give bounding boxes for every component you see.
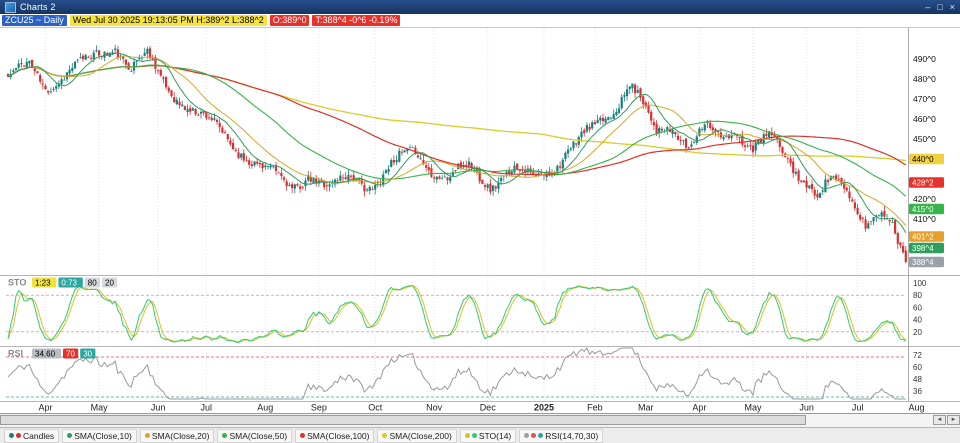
legend-item-label: SMA(Close,200) — [389, 430, 452, 441]
legend-color-dot — [471, 433, 477, 438]
svg-text:Apr: Apr — [692, 403, 706, 413]
legend-item-label: SMA(Close,10) — [74, 430, 132, 441]
svg-text:80: 80 — [913, 291, 922, 300]
svg-text:Dec: Dec — [480, 403, 497, 413]
symbol-timeframe-chip[interactable]: ZCU25 ~ Daily — [2, 15, 67, 26]
svg-text:2025: 2025 — [534, 403, 554, 413]
svg-text:428^2: 428^2 — [912, 178, 934, 187]
svg-text:48: 48 — [913, 375, 922, 384]
legend-color-dot — [67, 433, 73, 438]
svg-text:Aug: Aug — [257, 403, 273, 413]
legend-color-dot — [222, 433, 228, 438]
svg-text:70: 70 — [66, 349, 75, 358]
legend-item-label: SMA(Close,20) — [151, 430, 210, 441]
legend-bar: Candles SMA(Close,10) SMA(Close,20) SMA(Clo… — [0, 427, 960, 443]
svg-text:490^0: 490^0 — [913, 54, 936, 64]
svg-text:410^0: 410^0 — [913, 214, 936, 224]
legend-color-dot — [524, 433, 530, 438]
svg-text:Aug: Aug — [908, 403, 924, 413]
svg-text:Mar: Mar — [638, 403, 654, 413]
last-price-chip: T:388^4 -0^6 -0.19% — [312, 15, 401, 26]
legend-color-dot — [16, 433, 21, 438]
legend-item-sma-close-10-[interactable]: SMA(Close,10) — [62, 428, 137, 443]
scroll-left-icon[interactable]: ◄ — [933, 415, 946, 425]
legend-color-dot — [464, 433, 470, 438]
chart-canvas[interactable]: 490^0 480^0 470^0 460^0 450^0 440^0 428^2 420^0… — [0, 28, 960, 413]
svg-text:480^0: 480^0 — [913, 74, 936, 84]
svg-text:Oct: Oct — [368, 403, 383, 413]
svg-text:Sep: Sep — [311, 403, 327, 413]
legend-item-label: Candles — [23, 430, 55, 441]
svg-text:388^4: 388^4 — [912, 258, 934, 267]
scroll-right-icon[interactable]: ► — [947, 415, 960, 425]
legend-item-label: STO(14) — [478, 430, 512, 441]
svg-text:RSI: RSI — [8, 349, 23, 359]
svg-text:450^0: 450^0 — [913, 134, 936, 144]
svg-text:420^0: 420^0 — [913, 194, 936, 204]
svg-text:STO: STO — [8, 278, 26, 288]
legend-color-dot — [382, 433, 388, 438]
svg-text:80: 80 — [88, 278, 97, 287]
svg-text:Feb: Feb — [587, 403, 603, 413]
svg-text:20: 20 — [105, 278, 114, 287]
legend-item-label: SMA(Close,100) — [307, 430, 370, 441]
chart-app-icon — [5, 1, 16, 13]
svg-text:May: May — [91, 403, 109, 413]
legend-color-dot — [9, 433, 14, 438]
svg-text:60: 60 — [913, 363, 922, 372]
legend-item-sma-close-200-[interactable]: SMA(Close,200) — [377, 428, 457, 443]
svg-text:72: 72 — [913, 351, 922, 360]
svg-text:Jun: Jun — [151, 403, 166, 413]
close-icon[interactable]: × — [950, 1, 955, 13]
legend-color-dot — [300, 433, 306, 438]
open-price-chip: O:389^0 — [269, 15, 310, 26]
crosshair-info-chip: Wed Jul 30 2025 19:13:05 PM H:389^2 L:38… — [69, 15, 267, 26]
legend-item-label: RSI(14,70,30) — [545, 430, 599, 441]
svg-text:415^0: 415^0 — [912, 205, 934, 214]
svg-text:398^4: 398^4 — [912, 244, 934, 253]
minimize-icon[interactable]: – — [925, 1, 930, 13]
legend-item-rsi-14-70-30-[interactable]: RSI(14,70,30) — [519, 428, 604, 443]
legend-color-dot — [538, 433, 544, 438]
legend-color-dot — [531, 433, 537, 438]
svg-text:440^0: 440^0 — [912, 155, 934, 164]
svg-text:100: 100 — [913, 279, 927, 288]
svg-text:20: 20 — [913, 328, 922, 337]
legend-item-sto-14-[interactable]: STO(14) — [459, 428, 517, 443]
legend-item-candles[interactable]: Candles — [4, 428, 60, 443]
legend-item-sma-close-50-[interactable]: SMA(Close,50) — [217, 428, 293, 443]
svg-text:60: 60 — [913, 303, 922, 312]
svg-text:460^0: 460^0 — [913, 114, 936, 124]
svg-text:34.60: 34.60 — [35, 349, 56, 358]
chart-status-bar: ZCU25 ~ Daily Wed Jul 30 2025 19:13:05 P… — [0, 14, 960, 28]
svg-text:May: May — [744, 403, 762, 413]
horizontal-scrollbar[interactable]: ◄ ► — [0, 413, 960, 427]
svg-text:470^0: 470^0 — [913, 94, 936, 104]
svg-text:Jul: Jul — [852, 403, 864, 413]
title-bar: Charts 2 – □ × — [0, 0, 960, 14]
legend-item-sma-close-100-[interactable]: SMA(Close,100) — [295, 428, 375, 443]
svg-text:Nov: Nov — [426, 403, 443, 413]
svg-text:0:73: 0:73 — [61, 278, 77, 287]
svg-text:Jul: Jul — [201, 403, 213, 413]
hscroll-thumb[interactable] — [0, 415, 807, 425]
window-title: Charts 2 — [20, 2, 56, 12]
legend-item-label: SMA(Close,50) — [229, 430, 288, 441]
legend-item-sma-close-20-[interactable]: SMA(Close,20) — [139, 428, 215, 443]
legend-color-dot — [144, 433, 150, 438]
svg-text:40: 40 — [913, 316, 922, 325]
svg-text:Jun: Jun — [799, 403, 814, 413]
svg-text:401^2: 401^2 — [912, 232, 934, 241]
svg-text:36: 36 — [913, 387, 922, 396]
svg-text:1:23: 1:23 — [35, 278, 51, 287]
maximize-icon[interactable]: □ — [937, 1, 942, 13]
svg-text:Apr: Apr — [38, 403, 52, 413]
svg-text:30: 30 — [83, 349, 92, 358]
